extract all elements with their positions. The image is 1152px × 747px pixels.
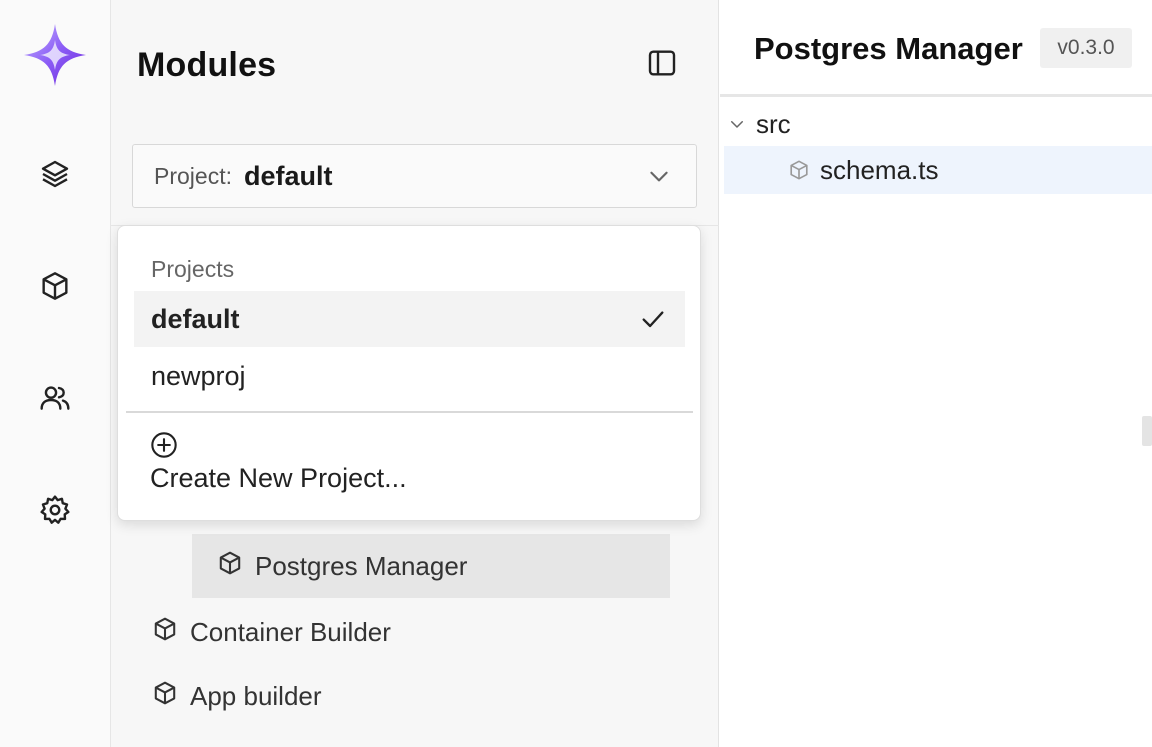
project-option-newproj[interactable]: newproj	[134, 348, 685, 404]
project-option-default[interactable]: default	[134, 291, 685, 347]
plus-circle-icon	[150, 431, 178, 459]
dropdown-heading: Projects	[151, 256, 235, 282]
cube-icon	[152, 680, 190, 713]
module-item-app-builder[interactable]: App builder	[152, 676, 322, 716]
project-select[interactable]: Project: default	[132, 144, 697, 208]
project-option-label: newproj	[151, 360, 246, 391]
panel-toggle-button[interactable]	[645, 48, 679, 82]
activity-users-button[interactable]	[36, 381, 74, 419]
resize-handle[interactable]	[1142, 416, 1152, 446]
activity-bar	[0, 0, 111, 747]
module-item-label: App builder	[190, 680, 322, 711]
module-title: Postgres Manager	[754, 31, 1023, 66]
activity-modules-button[interactable]	[36, 269, 74, 307]
project-option-label: default	[151, 303, 240, 334]
activity-layers-button[interactable]	[36, 157, 74, 195]
users-icon	[39, 382, 71, 419]
module-item-postgres-manager[interactable]: Postgres Manager	[192, 534, 670, 598]
cube-icon	[788, 159, 810, 181]
tree-file-row: schema.ts	[788, 154, 939, 186]
tree-folder-src[interactable]: src	[728, 108, 791, 140]
version-badge: v0.3.0	[1040, 28, 1132, 68]
gear-icon	[39, 494, 71, 531]
tree-folder-label: src	[756, 108, 791, 139]
create-new-project-label: Create New Project...	[150, 463, 407, 493]
module-item-label: Container Builder	[190, 616, 391, 647]
project-select-value: default	[243, 160, 333, 191]
sidebar-panel-icon	[646, 47, 678, 84]
create-new-project-button[interactable]: Create New Project...	[150, 431, 407, 494]
main-panel: Postgres Manager v0.3.0 src schema.ts	[720, 0, 1152, 747]
layers-icon	[39, 158, 71, 195]
header-divider	[720, 94, 1152, 97]
project-select-label: Project:	[154, 162, 232, 189]
project-dropdown: Projects default newproj Create New Proj…	[117, 225, 701, 521]
module-item-label: Postgres Manager	[255, 550, 468, 581]
dropdown-divider	[126, 411, 693, 413]
chevron-down-icon	[646, 163, 672, 189]
sidebar-title: Modules	[137, 46, 277, 84]
cube-icon	[39, 270, 71, 307]
module-item-container-builder[interactable]: Container Builder	[152, 612, 391, 652]
app-logo-icon	[22, 22, 88, 88]
cube-icon	[152, 616, 190, 649]
tree-file-schema[interactable]: schema.ts	[724, 146, 1152, 194]
check-icon	[639, 305, 667, 333]
tree-file-label: schema.ts	[820, 154, 939, 185]
chevron-down-icon	[728, 115, 746, 133]
activity-settings-button[interactable]	[36, 493, 74, 531]
cube-icon	[217, 550, 255, 583]
